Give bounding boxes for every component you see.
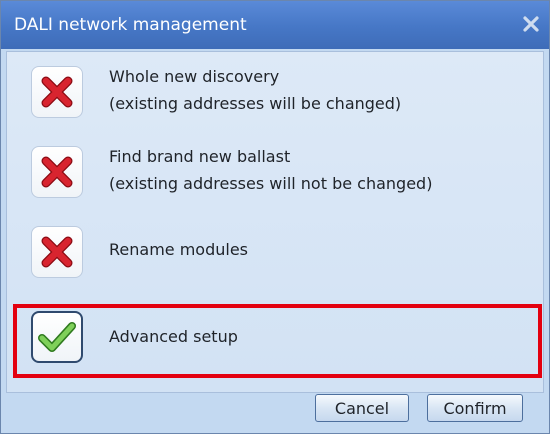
red-x-icon: [31, 66, 83, 118]
dialog-title: DALI network management: [14, 15, 247, 35]
option-sublabel: (existing addresses will be changed): [109, 94, 402, 113]
selection-highlight-frame: [13, 304, 542, 378]
confirm-button[interactable]: Confirm: [427, 394, 523, 422]
option-find-brand-new-ballast[interactable]: Find brand new ballast (existing address…: [31, 140, 531, 206]
close-icon: [523, 16, 539, 32]
red-x-icon: [31, 146, 83, 198]
cancel-button[interactable]: Cancel: [315, 394, 409, 422]
red-x-icon: [31, 226, 83, 278]
option-label: Whole new discovery: [109, 67, 280, 86]
option-rename-modules[interactable]: Rename modules: [31, 220, 531, 286]
option-label: Rename modules: [109, 240, 248, 259]
title-bar: DALI network management: [1, 1, 549, 49]
dali-network-dialog: DALI network management Whole new discov…: [0, 0, 550, 434]
option-label: Find brand new ballast: [109, 147, 291, 166]
option-whole-new-discovery[interactable]: Whole new discovery (existing addresses …: [31, 60, 531, 126]
option-sublabel: (existing addresses will not be changed): [109, 174, 433, 193]
close-button[interactable]: [517, 11, 545, 37]
